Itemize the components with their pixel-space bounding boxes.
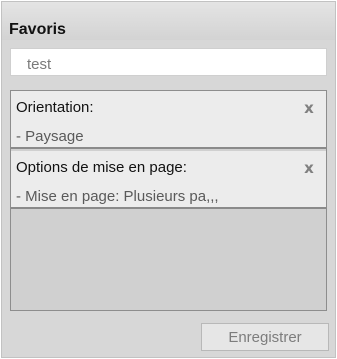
favorite-name-input[interactable] — [10, 48, 327, 76]
close-icon[interactable]: x — [302, 161, 316, 176]
setting-item-orientation[interactable]: Orientation: x - Paysage — [11, 91, 326, 149]
setting-label: Orientation: — [16, 99, 94, 116]
favorites-frame: Favoris Orientation: x - Paysage Options… — [1, 1, 336, 358]
favorites-panel: Favoris Orientation: x - Paysage Options… — [0, 0, 337, 359]
save-button[interactable]: Enregistrer — [201, 323, 329, 351]
close-icon[interactable]: x — [302, 101, 316, 116]
settings-list: Orientation: x - Paysage Options de mise… — [10, 90, 327, 311]
setting-value: - Paysage — [16, 128, 84, 145]
panel-title: Favoris — [9, 21, 66, 38]
setting-value: - Mise en page: Plusieurs pa,,, — [16, 188, 219, 205]
setting-label: Options de mise en page: — [16, 159, 187, 176]
setting-item-layout[interactable]: Options de mise en page: x - Mise en pag… — [11, 151, 326, 209]
panel-header: Favoris — [2, 2, 335, 40]
